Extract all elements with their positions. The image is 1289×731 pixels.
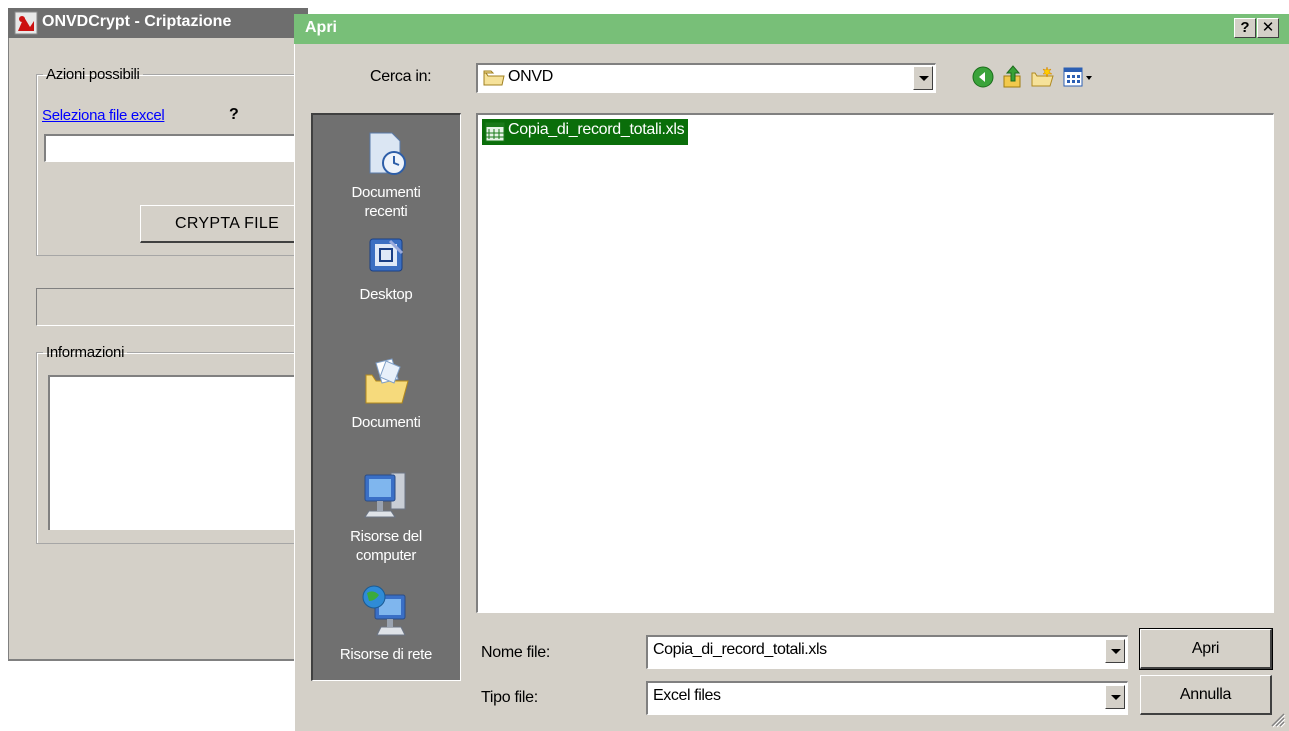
file-name: Copia_di_record_totali.xls (508, 121, 685, 138)
place-network[interactable]: Risorse di rete (313, 583, 459, 664)
resize-grip-icon[interactable] (1266, 708, 1286, 728)
place-label-recent: Documenti recenti (351, 184, 421, 220)
place-my-computer[interactable]: Risorse del computer (313, 467, 459, 565)
place-recent-documents[interactable]: Documenti recenti (313, 129, 459, 221)
places-bar: Documenti recenti Desktop Documenti Riso… (311, 113, 461, 681)
excel-file-icon (485, 122, 505, 142)
file-type-label: Tipo file: (481, 689, 538, 706)
place-label-computer: Risorse del computer (350, 528, 422, 564)
file-name-label: Nome file: (481, 644, 551, 661)
look-in-combobox[interactable]: ONVD (476, 63, 936, 93)
app-logo-icon (14, 11, 38, 35)
help-button[interactable]: ? (1234, 18, 1256, 38)
dialog-title: Apri (305, 19, 337, 36)
network-places-icon (362, 585, 406, 636)
open-button[interactable]: Apri (1140, 629, 1272, 669)
crypta-file-button[interactable]: CRYPTA FILE (140, 205, 310, 243)
help-question-mark[interactable]: ? (229, 106, 239, 124)
file-name-value: Copia_di_record_totali.xls (653, 641, 827, 658)
background-app-titlebar[interactable]: ONVDCrypt - Criptazione (8, 8, 308, 38)
place-label-desktop: Desktop (359, 286, 413, 303)
information-group-label: Informazioni (46, 344, 125, 361)
chevron-down-icon[interactable] (913, 66, 933, 90)
place-documents[interactable]: Documenti (313, 357, 459, 432)
new-folder-icon[interactable] (1030, 64, 1056, 90)
folder-icon (483, 70, 505, 86)
look-in-value: ONVD (508, 68, 554, 85)
my-documents-icon (365, 358, 409, 404)
place-desktop[interactable]: Desktop (313, 233, 459, 304)
list-item[interactable]: Copia_di_record_totali.xls (482, 119, 689, 145)
file-type-value: Excel files (653, 687, 721, 704)
desktop-icon (369, 238, 404, 272)
dialog-titlebar[interactable]: Apri ? ✕ (294, 14, 1289, 44)
selected-file-path-input[interactable] (44, 134, 304, 162)
place-label-documents: Documenti (351, 414, 421, 431)
progress-bar (36, 288, 308, 326)
file-list[interactable]: Copia_di_record_totali.xls (476, 113, 1274, 613)
cancel-button[interactable]: Annulla (1140, 675, 1272, 715)
recent-documents-icon (369, 132, 406, 175)
information-textarea[interactable] (48, 375, 308, 530)
select-excel-file-link[interactable]: Seleziona file excel (42, 107, 165, 124)
background-app-statusbar (8, 661, 308, 731)
actions-group-label: Azioni possibili (46, 66, 140, 83)
back-icon[interactable] (970, 64, 996, 90)
my-computer-icon (364, 472, 406, 518)
view-menu-icon[interactable] (1062, 64, 1098, 90)
look-in-label: Cerca in: (370, 68, 432, 85)
place-label-network: Risorse di rete (339, 646, 433, 663)
chevron-down-icon[interactable] (1105, 685, 1125, 709)
background-app-title: ONVDCrypt - Criptazione (42, 13, 232, 30)
file-type-combobox[interactable]: Excel files (646, 681, 1128, 715)
close-button[interactable]: ✕ (1257, 18, 1279, 38)
up-folder-icon[interactable] (1000, 64, 1026, 90)
chevron-down-icon[interactable] (1105, 639, 1125, 663)
file-name-combobox[interactable]: Copia_di_record_totali.xls (646, 635, 1128, 669)
